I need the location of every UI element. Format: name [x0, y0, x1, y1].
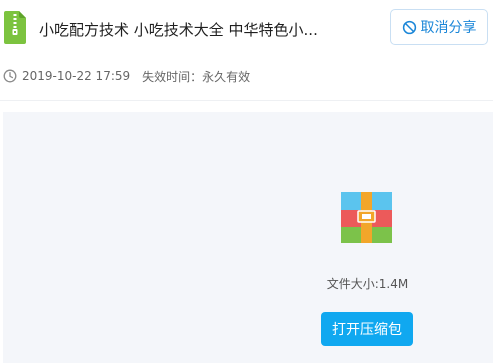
ban-icon: [402, 20, 416, 34]
file-size: 文件大小:1.4M: [326, 277, 409, 291]
preview-panel: [3, 112, 493, 363]
file-title: 小吃配方技术 小吃技术大全 中华特色小...: [39, 21, 318, 39]
share-time: 2019-10-22 17:59: [22, 69, 131, 83]
header-divider: [0, 100, 493, 101]
share-meta: 2019-10-22 17:59 失效时间：永久有效: [3, 66, 250, 86]
share-header: 小吃配方技术 小吃技术大全 中华特色小... 取消分享 2019-10-22 1…: [0, 0, 493, 100]
zip-file-icon: [4, 11, 26, 44]
clock-icon: [3, 69, 17, 83]
open-archive-button[interactable]: 打开压缩包: [321, 312, 413, 346]
cancel-share-label: 取消分享: [420, 20, 477, 36]
expire-time: 失效时间：永久有效: [142, 69, 251, 84]
archive-package-icon: [341, 192, 392, 243]
cancel-share-button[interactable]: 取消分享: [390, 9, 488, 45]
